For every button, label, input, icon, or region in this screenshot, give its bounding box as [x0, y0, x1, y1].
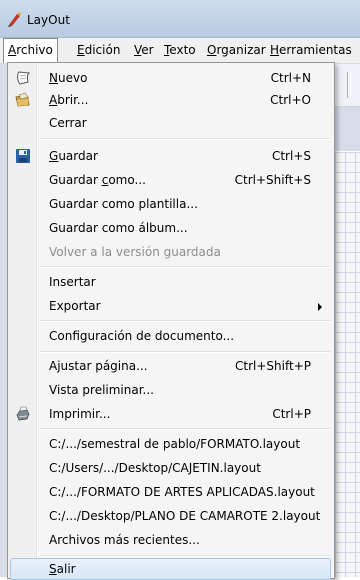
menu-item-label: Vista preliminar...: [49, 383, 154, 397]
shortcut-text: Ctrl+Shift+P: [235, 359, 311, 373]
menu-organizar[interactable]: Organizar: [203, 38, 270, 62]
menu-separator: [40, 428, 330, 430]
menu-item-mas-recientes[interactable]: Archivos más recientes...: [10, 529, 331, 551]
menu-separator: [40, 555, 330, 557]
menu-edicion[interactable]: Edición: [73, 38, 124, 62]
menu-item-ajustar-pagina[interactable]: Ajustar página... Ctrl+Shift+P: [10, 355, 331, 377]
printer-icon: [16, 406, 30, 421]
menu-separator: [40, 320, 330, 322]
menu-item-recent-file[interactable]: C:/Users/.../Desktop/CAJETIN.layout: [10, 457, 331, 479]
menu-herramientas[interactable]: Herramientas: [266, 38, 356, 62]
archivo-dropdown-menu: Nuevo Ctrl+N Abrir... Ctrl+O Cerrar Guar…: [7, 62, 335, 580]
menu-item-label: Salir: [49, 562, 76, 576]
document-canvas-grid[interactable]: [335, 152, 360, 577]
menu-ver[interactable]: Ver: [130, 38, 158, 62]
shortcut-text: Ctrl+P: [272, 407, 311, 421]
menu-item-recent-file[interactable]: C:/.../Desktop/PLANO DE CAMAROTE 2.layou…: [10, 505, 331, 527]
menu-item-imprimir[interactable]: Imprimir... Ctrl+P: [10, 403, 331, 425]
menu-archivo[interactable]: Archivo: [3, 38, 58, 63]
submenu-arrow-icon: [318, 303, 322, 311]
save-disk-icon: [16, 149, 30, 163]
new-document-icon: [17, 71, 31, 85]
menu-item-guardar-como[interactable]: Guardar como... Ctrl+Shift+S: [10, 169, 331, 191]
window-left-border: [0, 64, 7, 577]
menu-item-label: Cerrar: [49, 116, 87, 130]
menu-item-label: C:/.../FORMATO DE ARTES APLICADAS.layout: [49, 485, 315, 499]
menu-separator: [40, 266, 330, 268]
window-title: LayOut: [27, 13, 70, 27]
menu-separator: [40, 138, 330, 140]
menu-item-label: Abrir...: [49, 93, 89, 107]
menu-item-recent-file[interactable]: C:/.../semestral de pablo/FORMATO.layout: [10, 433, 331, 455]
menubar: Archivo Edición Ver Texto Organizar Herr…: [0, 38, 360, 64]
toolbar-area: [335, 64, 360, 107]
menu-item-label: Guardar como plantilla...: [49, 197, 198, 211]
menu-item-abrir[interactable]: Abrir... Ctrl+O: [10, 89, 331, 111]
menu-item-guardar-plantilla[interactable]: Guardar como plantilla...: [10, 193, 331, 215]
menu-item-label: Insertar: [49, 275, 96, 289]
menu-item-label: Guardar como...: [49, 173, 146, 187]
menu-item-label: Ajustar página...: [49, 359, 148, 373]
menu-item-exportar[interactable]: Exportar: [10, 295, 331, 317]
menu-separator: [40, 351, 330, 353]
toolbar-separator: [347, 72, 351, 98]
menu-item-volver-version: Volver a la versión guardada: [10, 241, 331, 263]
menu-item-label: C:/.../semestral de pablo/FORMATO.layout: [49, 437, 301, 451]
menu-item-label: Archivos más recientes...: [49, 533, 200, 547]
shortcut-text: Ctrl+S: [271, 149, 311, 163]
shortcut-text: Ctrl+O: [270, 93, 311, 107]
menu-item-cerrar[interactable]: Cerrar: [10, 112, 331, 134]
shortcut-text: Ctrl+N: [270, 71, 311, 85]
menu-item-label: C:/.../Desktop/PLANO DE CAMAROTE 2.layou…: [49, 509, 321, 523]
layout-app-icon: [8, 12, 21, 27]
menu-texto[interactable]: Texto: [160, 38, 200, 62]
menu-item-label: Configuración de documento...: [49, 329, 235, 343]
menu-item-label: Nuevo: [49, 71, 88, 85]
document-tab-strip: [335, 107, 360, 151]
menu-item-label: Imprimir...: [49, 407, 111, 421]
menu-item-configuracion[interactable]: Configuración de documento...: [10, 325, 331, 347]
menu-item-guardar-album[interactable]: Guardar como álbum...: [10, 217, 331, 239]
window-titlebar: LayOut: [0, 0, 360, 38]
menu-item-label: C:/Users/.../Desktop/CAJETIN.layout: [49, 461, 261, 475]
menu-item-vista-preliminar[interactable]: Vista preliminar...: [10, 379, 331, 401]
menu-item-nuevo[interactable]: Nuevo Ctrl+N: [10, 67, 331, 89]
shortcut-text: Ctrl+Shift+S: [234, 173, 311, 187]
menu-item-label: Guardar como álbum...: [49, 221, 188, 235]
menu-item-label: Volver a la versión guardada: [49, 245, 221, 259]
menu-item-guardar[interactable]: Guardar Ctrl+S: [10, 145, 331, 167]
menu-item-label: Guardar: [49, 149, 98, 163]
menu-item-label: Exportar: [49, 299, 101, 313]
open-folder-icon: [15, 92, 30, 107]
menu-item-recent-file[interactable]: C:/.../FORMATO DE ARTES APLICADAS.layout: [10, 481, 331, 503]
menu-item-insertar[interactable]: Insertar: [10, 271, 331, 293]
